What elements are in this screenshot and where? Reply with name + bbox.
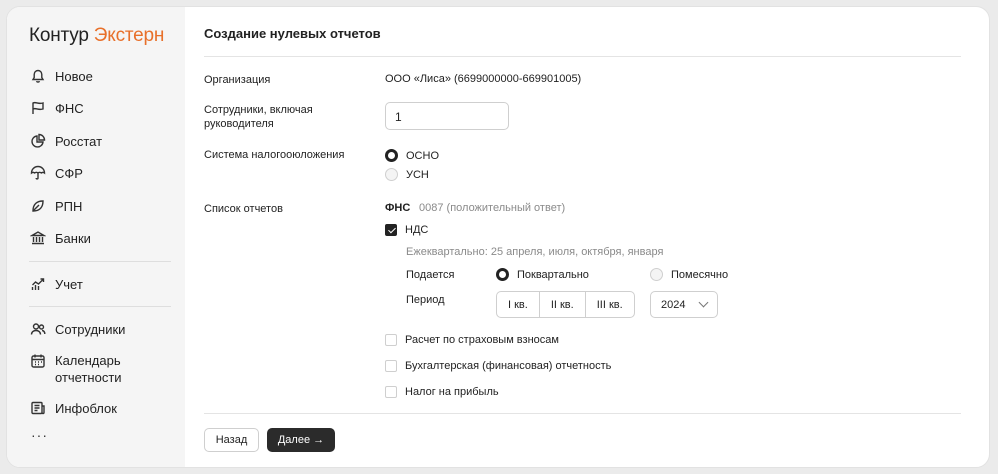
checkbox-label: НДС xyxy=(405,224,429,236)
sidebar-item-new[interactable]: Новое xyxy=(29,67,93,85)
radio-circle[interactable] xyxy=(385,168,398,181)
fns-note: 0087 (положительный ответ) xyxy=(419,202,566,214)
newspaper-icon xyxy=(29,399,47,417)
checkbox-accounting-report[interactable]: Бухгалтерская (финансовая) отчетность xyxy=(385,360,611,372)
sidebar-item-label: Новое xyxy=(55,68,93,84)
reports-list-label: Список отчетов xyxy=(204,203,283,215)
checkbox-label: Бухгалтерская (финансовая) отчетность xyxy=(405,360,612,372)
divider xyxy=(204,56,961,57)
sidebar-item-label: ФНС xyxy=(55,100,84,116)
checkbox-box[interactable] xyxy=(385,334,397,346)
logo-part-kontur: Контур xyxy=(29,25,89,46)
calendar-icon xyxy=(29,352,47,370)
quarter-1-button[interactable]: I кв. xyxy=(497,292,540,317)
sidebar-item-label: Банки xyxy=(55,230,91,246)
radio-usn[interactable]: УСН xyxy=(385,168,429,181)
sidebar: Контур Экстерн Новое ФНС Росстат СФР РПН… xyxy=(7,7,185,467)
app-window: Контур Экстерн Новое ФНС Росстат СФР РПН… xyxy=(6,6,990,468)
org-value: ООО «Лиса» (6699000000-669901005) xyxy=(385,73,582,85)
checkbox-label: Расчет по страховым взносам xyxy=(405,334,559,346)
checkbox-vat[interactable]: НДС xyxy=(385,224,428,236)
sidebar-item-label: Росстат xyxy=(55,133,103,149)
next-button[interactable]: Далее → xyxy=(267,428,335,452)
sidebar-item-employees[interactable]: Сотрудники xyxy=(29,320,125,338)
main-content: Создание нулевых отчетов Организация ООО… xyxy=(185,7,989,467)
sidebar-item-banks[interactable]: Банки xyxy=(29,229,91,247)
flag-icon xyxy=(29,99,47,117)
sidebar-item-accounting[interactable]: Учет xyxy=(29,275,83,293)
sidebar-item-label: СФР xyxy=(55,165,83,181)
sidebar-item-fns[interactable]: ФНС xyxy=(29,99,84,117)
checkbox-box[interactable] xyxy=(385,224,397,236)
sidebar-item-rpn[interactable]: РПН xyxy=(29,197,82,215)
sidebar-item-sfr[interactable]: СФР xyxy=(29,164,83,182)
sidebar-item-infoblock[interactable]: Инфоблок xyxy=(29,399,117,417)
back-button[interactable]: Назад xyxy=(204,428,259,452)
radio-label: УСН xyxy=(406,168,429,181)
trend-chart-icon xyxy=(29,275,47,293)
radio-quarterly[interactable]: Поквартально xyxy=(496,268,589,281)
sidebar-item-label: РПН xyxy=(55,198,83,214)
checkbox-box[interactable] xyxy=(385,386,397,398)
bell-icon xyxy=(29,67,47,85)
sidebar-item-label: Сотрудники xyxy=(55,321,126,337)
quarter-selector: I кв. II кв. III кв. xyxy=(496,291,635,318)
employees-label: Сотрудники, включая руководителя xyxy=(204,104,313,130)
period-label: Период xyxy=(406,294,445,306)
pie-chart-icon xyxy=(29,132,47,150)
bank-icon xyxy=(29,229,47,247)
radio-label: ОСНО xyxy=(406,149,439,162)
divider xyxy=(204,413,961,414)
radio-label: Помесячно xyxy=(671,268,729,281)
radio-circle[interactable] xyxy=(496,268,509,281)
chevron-down-icon xyxy=(698,297,709,308)
year-value: 2024 xyxy=(661,298,686,311)
radio-circle[interactable] xyxy=(385,149,398,162)
vat-schedule: Ежеквартально: 25 апреля, июля, октября,… xyxy=(406,246,664,258)
radio-label: Поквартально xyxy=(517,268,589,281)
year-select[interactable]: 2024 xyxy=(650,291,718,318)
sidebar-item-calendar[interactable]: Календарь отчетности xyxy=(29,352,145,386)
sidebar-item-label: Календарь отчетности xyxy=(55,353,122,385)
radio-monthly[interactable]: Помесячно xyxy=(650,268,728,281)
umbrella-icon xyxy=(29,164,47,182)
sidebar-divider xyxy=(29,261,171,262)
people-icon xyxy=(29,320,47,338)
quarter-3-button[interactable]: III кв. xyxy=(586,292,634,317)
logo[interactable]: Контур Экстерн xyxy=(29,25,164,47)
checkbox-box[interactable] xyxy=(385,360,397,372)
org-label: Организация xyxy=(204,74,271,86)
tax-system-label: Система налогооюложения xyxy=(204,149,345,161)
logo-part-extern: Экстерн xyxy=(93,25,165,46)
fns-title: ФНС xyxy=(385,202,411,214)
checkbox-profit-tax[interactable]: Налог на прибыль xyxy=(385,386,499,398)
checkbox-label: Налог на прибыль xyxy=(405,386,499,398)
radio-osno[interactable]: ОСНО xyxy=(385,149,439,162)
more-icon[interactable]: ··· xyxy=(31,427,48,443)
employees-input[interactable]: 1 xyxy=(385,102,509,130)
radio-circle[interactable] xyxy=(650,268,663,281)
leaf-icon xyxy=(29,197,47,215)
sidebar-divider xyxy=(29,306,171,307)
checkbox-insurance[interactable]: Расчет по страховым взносам xyxy=(385,334,559,346)
sidebar-item-label: Учет xyxy=(55,276,83,292)
sidebar-item-label: Инфоблок xyxy=(55,400,117,416)
submit-label: Подается xyxy=(406,269,455,281)
sidebar-item-rosstat[interactable]: Росстат xyxy=(29,132,102,150)
quarter-2-button[interactable]: II кв. xyxy=(540,292,586,317)
page-title: Создание нулевых отчетов xyxy=(204,26,381,41)
